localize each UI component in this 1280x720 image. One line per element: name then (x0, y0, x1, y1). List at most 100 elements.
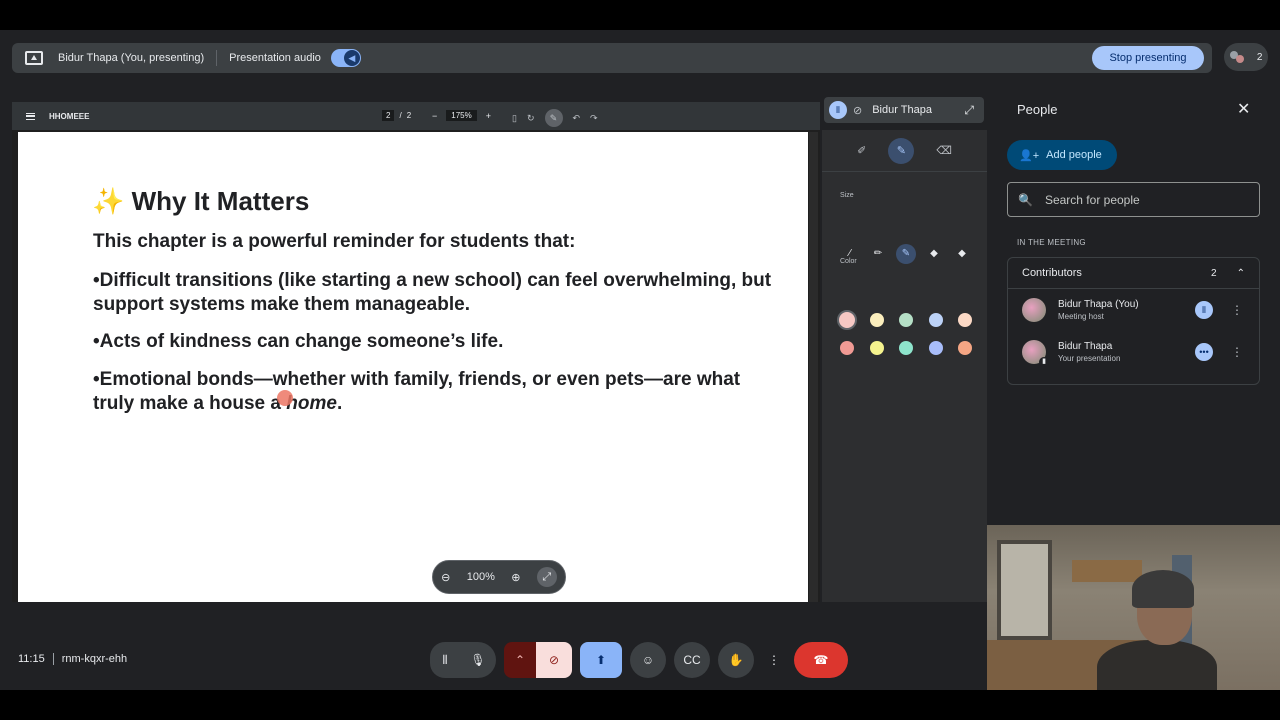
camera-options-chevron-icon[interactable]: ⌃ (504, 642, 536, 678)
page-total: 2 (406, 111, 412, 120)
undo-icon[interactable]: ↶ (573, 113, 581, 124)
mic-button[interactable]: 🎙 (460, 642, 496, 678)
more-dots-icon: ••• (1195, 343, 1213, 361)
zoom-out-icon[interactable]: ⊖ (441, 571, 450, 584)
annotate-icon[interactable]: ✎ (544, 109, 563, 127)
participant-name: Bidur Thapa (1058, 341, 1113, 352)
camera-off-icon: ⊘ (853, 104, 863, 117)
more-options-button[interactable]: ⋮ (762, 642, 786, 678)
zoom-level[interactable]: 175% (446, 110, 477, 121)
emoji-button[interactable]: ☺ (630, 642, 666, 678)
pen-tool-icon[interactable]: ✐ (857, 144, 866, 157)
eraser-tool-icon[interactable]: ⌫ (936, 144, 952, 157)
color-swatch[interactable] (840, 341, 854, 355)
viewer-scrollbar[interactable] (809, 132, 818, 602)
color-swatch[interactable] (928, 313, 943, 327)
slide-bullet-3: •Emotional bonds—whether with family, fr… (93, 368, 773, 416)
slide-title: ✨ Why It Matters (92, 186, 310, 216)
bullet-3-emphasis: home (286, 393, 337, 414)
captions-button[interactable]: CC (674, 642, 710, 678)
zoom-in-icon[interactable]: ⊕ (511, 571, 520, 584)
slide-lead: This chapter is a powerful reminder for … (93, 231, 576, 252)
camera-off-button[interactable]: ⊘ (536, 642, 572, 678)
color-swatch[interactable] (869, 313, 884, 327)
participants-avatars-icon (1229, 51, 1246, 63)
call-controls: ⦀ 🎙 ⌃ ⊘ ⬆ ☺ CC ✋ ⋮ ☎ (430, 642, 848, 678)
chevron-up-icon[interactable]: ⌃ (1237, 268, 1245, 279)
video-person-body (1097, 640, 1217, 690)
color-swatch[interactable] (899, 313, 913, 327)
search-icon: 🔍 (1018, 192, 1033, 207)
present-button[interactable]: ⬆ (580, 642, 622, 678)
color-swatch[interactable] (869, 341, 884, 355)
search-placeholder: Search for people (1044, 192, 1140, 207)
avatar (1022, 298, 1046, 322)
pill-zoom-level: 100% (466, 571, 495, 583)
presenter-label: Bidur Thapa (You, presenting) (58, 52, 205, 64)
color-row-1 (837, 310, 972, 330)
document-title: HHOMEEE (49, 111, 90, 121)
meet-stage: Bidur Thapa (You, presenting) Presentati… (0, 30, 1280, 690)
participants-chip[interactable]: 2 (1224, 43, 1268, 71)
slide-bullet-2: •Acts of kindness can change someone’s l… (93, 331, 504, 352)
color-swatch[interactable] (928, 341, 943, 355)
camera-group: ⌃ ⊘ (504, 642, 572, 678)
raise-hand-button[interactable]: ✋ (718, 642, 754, 678)
zoom-controls: − 175% + (432, 110, 491, 121)
color-row-2 (840, 341, 972, 355)
presentation-audio-toggle[interactable]: ◀ (330, 49, 361, 67)
viewer-toolbar: HHOMEEE 2 / 2 − 175% + ▯ ↻ ✎ ↶ ↷ (12, 102, 820, 130)
color-swatch[interactable] (837, 310, 857, 330)
people-panel: People ✕ 👤+ Add people 🔍 Search for peop… (999, 87, 1269, 527)
floating-zoom-pill: ⊖ 100% ⊕ ⤢ (432, 560, 566, 594)
active-speaker-chip: ⦀ ⊘ Bidur Thapa ⤢ (824, 97, 984, 123)
zoom-out-icon[interactable]: − (432, 111, 437, 121)
present-screen-icon (25, 51, 43, 65)
fit-page-icon[interactable]: ▯ (512, 113, 517, 124)
avatar: ▮ (1022, 340, 1049, 367)
color-swatch[interactable] (958, 341, 972, 355)
page-separator: / (399, 111, 402, 120)
color-swatch[interactable] (958, 313, 972, 327)
divider (52, 653, 54, 665)
participant-info: Bidur Thapa Your presentation (1058, 341, 1120, 363)
add-person-icon: 👤+ (1019, 149, 1040, 162)
close-icon[interactable]: ✕ (1237, 99, 1250, 119)
presentation-icon: ▮ (1039, 357, 1049, 367)
highlighter-tool-icon[interactable]: ✎ (888, 137, 915, 164)
participant-role: Meeting host (1058, 312, 1104, 321)
color-swatch[interactable] (899, 341, 913, 355)
color-label: Color (840, 258, 857, 265)
people-title: People (1017, 102, 1058, 117)
meeting-code[interactable]: rnm-kqxr-ehh (62, 653, 127, 665)
pdf-viewer: HHOMEEE 2 / 2 − 175% + ▯ ↻ ✎ ↶ ↷ ✨ Why I… (12, 102, 820, 602)
page-current-input[interactable]: 2 (382, 110, 395, 121)
size-l-icon[interactable]: ◆ (924, 244, 944, 264)
more-options-icon[interactable]: ⋮ (1231, 345, 1243, 359)
video-window (997, 540, 1052, 640)
fullscreen-icon[interactable]: ⤢ (536, 567, 557, 587)
zoom-in-icon[interactable]: + (486, 111, 491, 121)
self-view-video (987, 525, 1280, 690)
contributors-header[interactable]: Contributors 2 ⌃ (1008, 258, 1259, 289)
size-xl-icon[interactable]: ◆ (952, 244, 972, 264)
page-indicator: 2 / 2 (382, 110, 411, 121)
contributors-count: 2 (1211, 267, 1217, 279)
add-people-button[interactable]: 👤+ Add people (1007, 140, 1117, 170)
slide-page: ✨ Why It Matters This chapter is a power… (18, 132, 808, 602)
contributors-label: Contributors (1022, 267, 1082, 279)
size-m-icon[interactable]: ✎ (896, 244, 916, 264)
search-people-input[interactable]: 🔍 Search for people (1007, 182, 1260, 217)
participant-count: 2 (1256, 51, 1263, 63)
redo-icon[interactable]: ↷ (590, 113, 598, 124)
expand-icon[interactable]: ⤢ (964, 103, 974, 118)
stop-presenting-button[interactable]: Stop presenting (1092, 46, 1204, 70)
menu-icon[interactable] (26, 112, 35, 120)
rotate-icon[interactable]: ↻ (527, 113, 535, 124)
more-options-icon[interactable]: ⋮ (1231, 303, 1243, 317)
leave-call-button[interactable]: ☎ (794, 642, 848, 678)
speaker-icon: ◀ (343, 50, 360, 66)
divider (216, 50, 218, 66)
presentation-audio-label: Presentation audio (229, 52, 321, 64)
size-s-icon[interactable]: ✏ (868, 244, 888, 264)
